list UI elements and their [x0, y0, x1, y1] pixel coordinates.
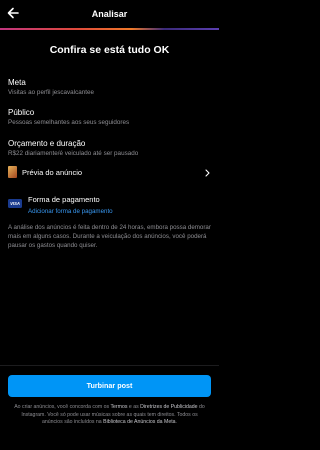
terms-footer: Ao criar anúncios, você concorda com os … — [12, 404, 207, 427]
ad-preview-row[interactable]: Prévia do anúncio — [0, 164, 219, 182]
ad-thumbnail — [8, 166, 17, 178]
terms-link[interactable]: Termos — [110, 404, 127, 410]
footer-text-2: e as — [127, 404, 141, 410]
ad-library-link[interactable]: Biblioteca de Anúncios da Meta — [103, 419, 175, 425]
visa-card-icon: VISA — [8, 199, 22, 208]
budget-title[interactable]: Orçamento e duração — [8, 139, 85, 148]
add-payment-link[interactable]: Adicionar forma de pagamento — [28, 208, 113, 215]
audience-title[interactable]: Público — [8, 108, 34, 117]
goal-value: Visitas ao perfil jescavalcantee — [8, 89, 94, 96]
progress-bar — [0, 28, 219, 30]
footer-text-4: . — [175, 419, 177, 426]
budget-value: R$22 diariamente/é veiculado até ser pau… — [8, 150, 139, 157]
review-info-text: A análise dos anúncios é feita dentro de… — [8, 224, 211, 249]
audience-value: Pessoas semelhantes aos seus seguidores — [8, 119, 130, 126]
payment-title: Forma de pagamento — [28, 195, 100, 204]
header: Analisar — [0, 0, 219, 28]
footer-text-1: Ao criar anúncios, você concorda com os — [14, 404, 111, 410]
ad-guidelines-link[interactable]: Diretrizes de Publicidade — [140, 404, 197, 410]
review-heading: Confira se está tudo OK — [49, 44, 170, 56]
divider — [0, 365, 219, 366]
ad-preview-label: Prévia do anúncio — [22, 168, 83, 177]
goal-title[interactable]: Meta — [8, 78, 26, 87]
chevron-right-icon — [205, 169, 210, 177]
boost-post-button[interactable]: Turbinar post — [8, 375, 211, 397]
page-title: Analisar — [91, 9, 128, 19]
